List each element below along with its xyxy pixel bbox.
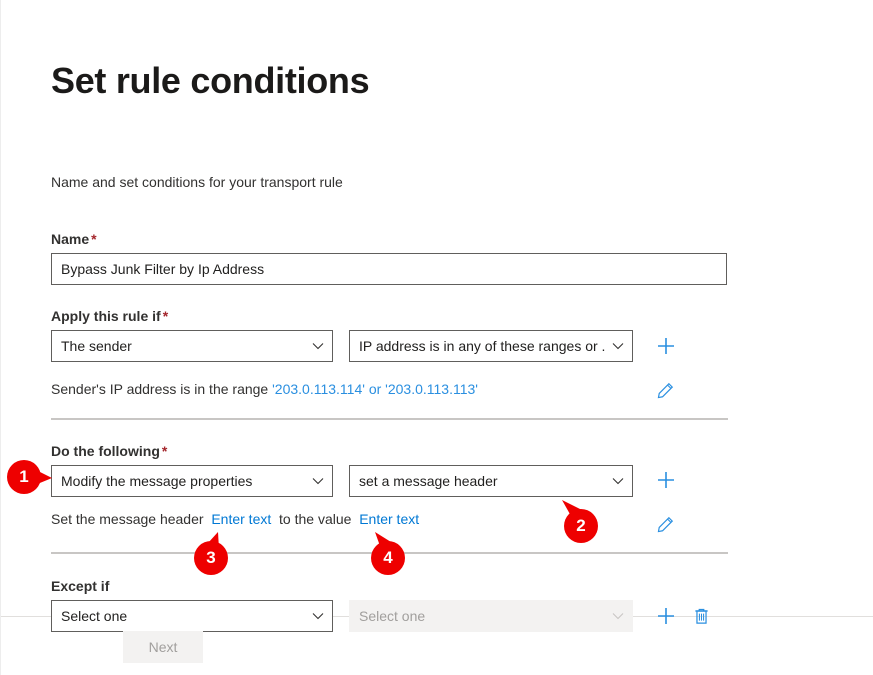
- apply-rule-summary-conjunction: or: [368, 381, 382, 397]
- name-label-text: Name: [51, 231, 90, 247]
- edit-condition-button[interactable]: [651, 376, 679, 404]
- chevron-down-icon: [312, 610, 324, 622]
- do-following-label: Do the following *: [51, 443, 167, 459]
- section-divider-1: [51, 418, 728, 420]
- add-exception-button[interactable]: [652, 602, 680, 630]
- do-following-detail-select[interactable]: set a message header: [349, 465, 633, 497]
- name-label: Name *: [51, 231, 97, 247]
- chevron-down-icon: [312, 475, 324, 487]
- except-if-predicate-select: Select one: [349, 600, 633, 632]
- do-following-summary-prefix: Set the message header: [51, 511, 204, 527]
- page-title: Set rule conditions: [51, 60, 370, 101]
- apply-rule-label: Apply this rule if *: [51, 308, 168, 324]
- page-subtitle: Name and set conditions for your transpo…: [51, 174, 343, 190]
- callout-badge-1: 1: [4, 457, 52, 497]
- chevron-down-icon: [612, 475, 624, 487]
- delete-exception-button[interactable]: [687, 602, 715, 630]
- enter-header-name-link[interactable]: Enter text: [211, 511, 271, 527]
- do-following-action-select[interactable]: Modify the message properties: [51, 465, 333, 497]
- except-if-label-text: Except if: [51, 578, 110, 594]
- apply-rule-condition-select[interactable]: The sender: [51, 330, 333, 362]
- apply-rule-summary-prefix: Sender's IP address is in the range: [51, 381, 269, 397]
- apply-rule-condition-value: The sender: [61, 338, 132, 354]
- except-if-label: Except if: [51, 578, 109, 594]
- name-input[interactable]: [51, 253, 727, 285]
- do-following-action-value: Modify the message properties: [61, 473, 253, 489]
- add-condition-button[interactable]: [652, 332, 680, 360]
- apply-rule-ip-value-2[interactable]: '203.0.113.113': [385, 381, 478, 397]
- edit-action-button[interactable]: [651, 510, 679, 538]
- required-asterisk: *: [161, 443, 168, 459]
- required-asterisk: *: [91, 231, 97, 247]
- chevron-down-icon: [612, 340, 624, 352]
- callout-badge-2: 2: [560, 498, 600, 543]
- do-following-summary-middle: to the value: [279, 511, 352, 527]
- required-asterisk: *: [162, 308, 169, 324]
- chevron-down-icon: [312, 340, 324, 352]
- apply-rule-summary: Sender's IP address is in the range '203…: [51, 381, 478, 397]
- next-button[interactable]: Next: [123, 631, 203, 663]
- apply-rule-label-text: Apply this rule if: [51, 308, 161, 324]
- except-if-condition-select[interactable]: Select one: [51, 600, 333, 632]
- chevron-down-icon: [612, 610, 624, 622]
- rule-conditions-page: Set rule conditions Name and set conditi…: [0, 0, 873, 675]
- except-if-condition-value: Select one: [61, 608, 128, 624]
- callout-badge-3: 3: [192, 531, 232, 575]
- apply-rule-predicate-select[interactable]: IP address is in any of these ranges or …: [349, 330, 633, 362]
- do-following-label-text: Do the following: [51, 443, 160, 459]
- apply-rule-ip-value-1[interactable]: '203.0.113.114': [272, 381, 365, 397]
- do-following-detail-value: set a message header: [359, 473, 498, 489]
- except-if-predicate-value: Select one: [359, 608, 426, 624]
- apply-rule-predicate-value: IP address is in any of these ranges or …: [359, 338, 606, 354]
- callout-badge-4: 4: [369, 531, 409, 575]
- enter-header-value-link[interactable]: Enter text: [359, 511, 419, 527]
- do-following-summary: Set the message header Enter text to the…: [51, 511, 419, 527]
- add-action-button[interactable]: [652, 466, 680, 494]
